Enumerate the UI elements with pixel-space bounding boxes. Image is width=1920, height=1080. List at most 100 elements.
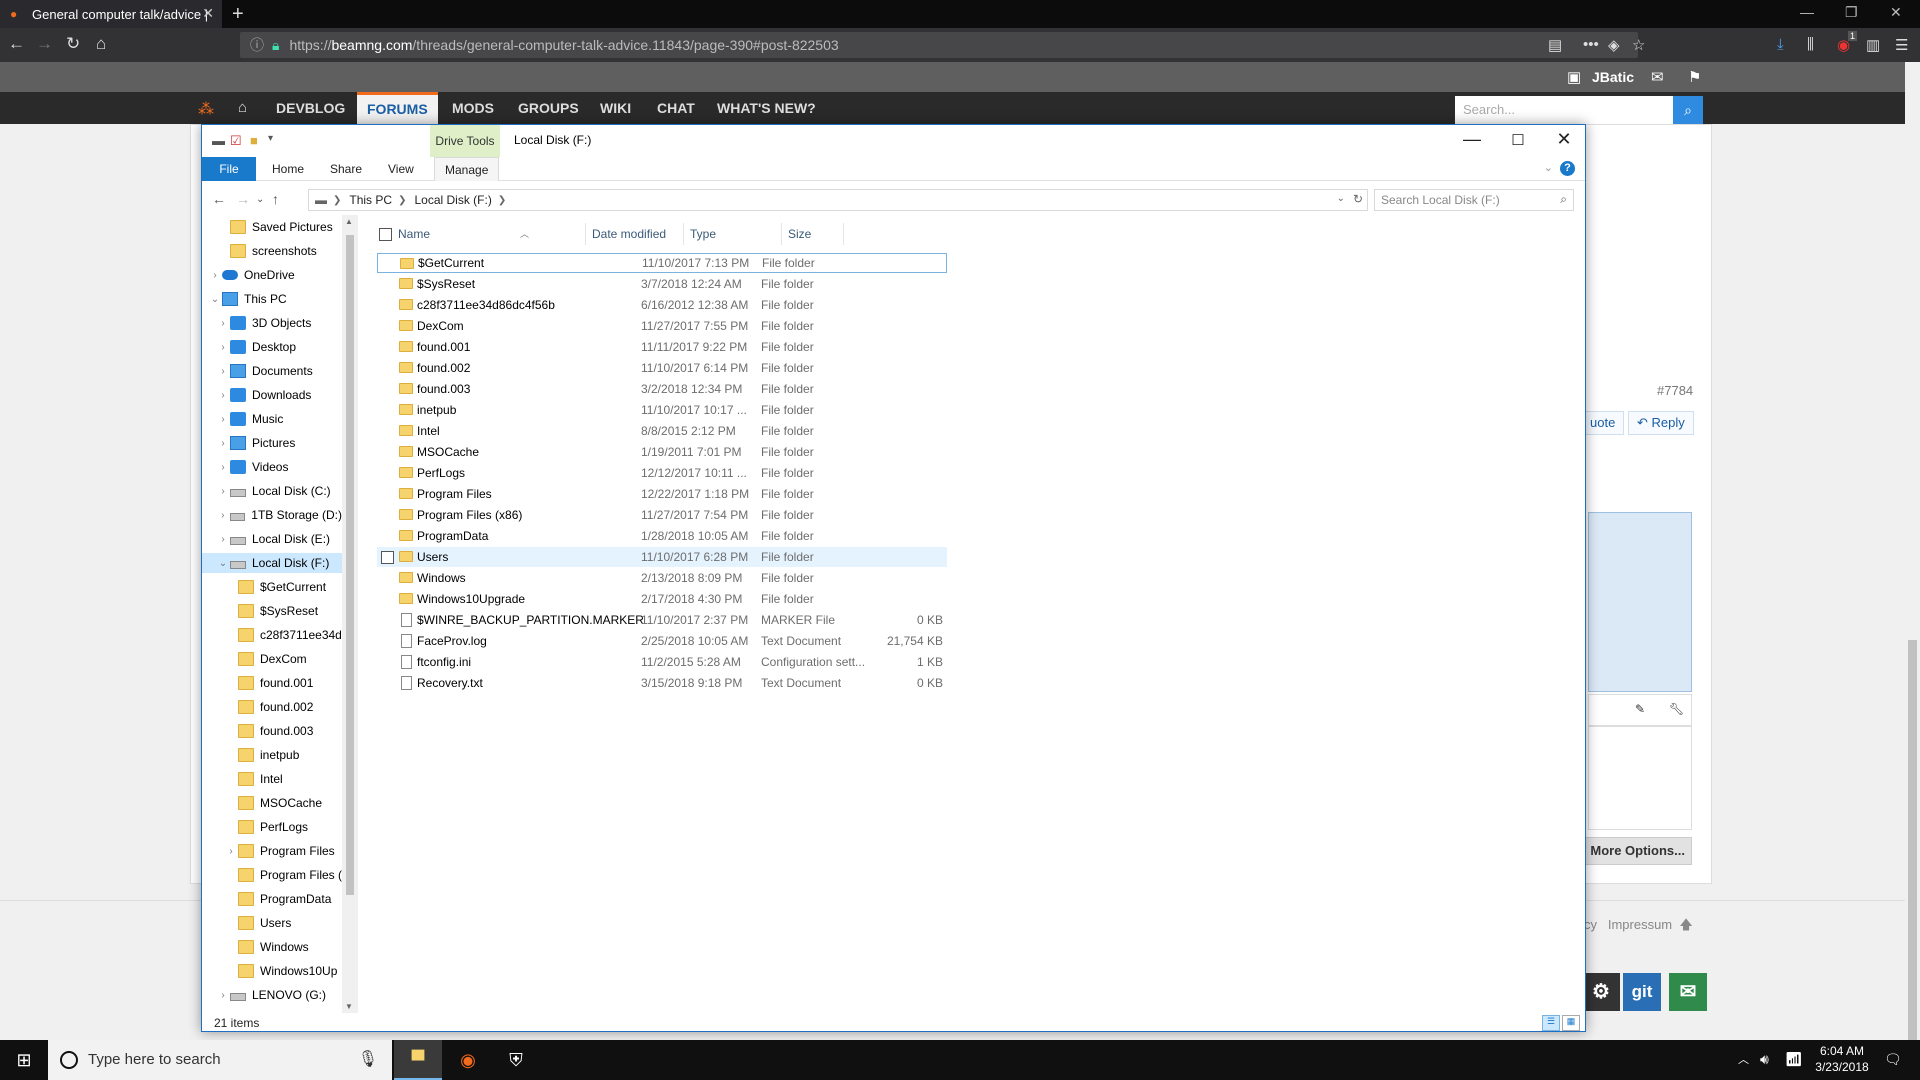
file-row[interactable]: Recovery.txt 3/15/2018 9:18 PM Text Docume… <box>377 673 947 693</box>
file-row[interactable]: DexCom 11/27/2017 7:55 PM File folder <box>377 316 947 336</box>
nav-item[interactable]: Intel <box>202 769 342 789</box>
breadcrumb-this-pc[interactable]: This PC <box>349 193 392 207</box>
nav-item[interactable]: found.002 <box>202 697 342 717</box>
nav-pane-scrollbar-thumb[interactable] <box>346 235 354 895</box>
recent-locations-icon[interactable]: ⌄ <box>256 194 264 205</box>
inbox-icon[interactable]: ✉ <box>1651 68 1664 86</box>
nav-item[interactable]: Windows <box>202 937 342 957</box>
file-row[interactable]: PerfLogs 12/12/2017 10:11 ... File folder <box>377 463 947 483</box>
qat-dropdown-icon[interactable]: ▾ <box>268 133 273 144</box>
nav-item[interactable]: ProgramData <box>202 889 342 909</box>
page-scrollbar-thumb[interactable] <box>1908 640 1917 1066</box>
nav-item[interactable]: MSOCache <box>202 793 342 813</box>
explorer-forward-icon[interactable]: → <box>236 191 250 207</box>
breadcrumb-local-disk-f[interactable]: Local Disk (F:) <box>414 193 491 207</box>
nav-pane-scrollbar[interactable]: ▲ ▼ <box>342 215 358 1013</box>
explorer-title-bar[interactable]: ▬ ☑ ■ ▾ Drive Tools Local Disk (F:) — ☐ … <box>202 125 1585 157</box>
forward-icon[interactable]: → <box>36 34 53 54</box>
home-icon[interactable]: ⌂ <box>96 34 106 54</box>
page-actions-icon[interactable]: ••• <box>1583 36 1599 53</box>
nav-item[interactable]: › 3D Objects <box>202 313 342 333</box>
new-tab-button[interactable]: + <box>232 3 244 26</box>
column-size[interactable]: Size <box>782 223 844 245</box>
file-row[interactable]: Users 11/10/2017 6:28 PM File folder <box>377 547 947 567</box>
windows-start-icon[interactable]: ⊞ <box>0 1040 48 1080</box>
tab-view[interactable]: View <box>388 157 414 181</box>
scroll-down-icon[interactable]: ▼ <box>345 1002 353 1011</box>
column-type[interactable]: Type <box>684 223 782 245</box>
firefox-taskbar-icon[interactable]: ◉ <box>444 1040 492 1080</box>
chevron-right-icon[interactable]: › <box>216 342 230 353</box>
file-row[interactable]: $GetCurrent 11/10/2017 7:13 PM File folder <box>377 253 947 273</box>
file-row[interactable]: ProgramData 1/28/2018 10:05 AM File folder <box>377 526 947 546</box>
nav-item[interactable]: › Local Disk (E:) <box>202 529 342 549</box>
nav-devblog[interactable]: DEVBLOG <box>276 92 345 124</box>
nav-item[interactable]: found.003 <box>202 721 342 741</box>
nav-item[interactable]: › LENOVO (G:) <box>202 985 342 1005</box>
beamng-logo-icon[interactable]: ⁂ <box>198 99 214 119</box>
select-all-checkbox[interactable] <box>379 228 392 241</box>
reload-icon[interactable]: ↻ <box>66 34 80 54</box>
reply-editor[interactable] <box>1588 726 1692 830</box>
volume-icon[interactable]: 🔊︎ <box>1760 1051 1769 1068</box>
eraser-icon[interactable]: ✎ <box>1635 702 1645 716</box>
url-bar[interactable]: ⓘ 🔒︎ https://beamng.com/threads/general-… <box>240 32 1638 58</box>
address-dropdown-icon[interactable]: ⌄ <box>1337 193 1345 204</box>
nav-groups[interactable]: GROUPS <box>518 92 579 124</box>
restore-browser-button[interactable]: ❐ <box>1845 4 1858 21</box>
scroll-up-icon[interactable]: ▲ <box>345 217 353 226</box>
file-row[interactable]: inetpub 11/10/2017 10:17 ... File folder <box>377 400 947 420</box>
chevron-down-icon[interactable]: ⌄ <box>208 294 222 305</box>
file-row[interactable]: ftconfig.ini 11/2/2015 5:28 AM Configurati… <box>377 652 947 672</box>
chevron-right-icon[interactable]: › <box>216 414 230 425</box>
large-icons-view-icon[interactable]: ▦ <box>1562 1015 1580 1031</box>
tab-file[interactable]: File <box>202 157 256 181</box>
new-folder-icon[interactable]: ■ <box>250 133 258 148</box>
breadcrumb-separator[interactable]: ❯ <box>398 195 406 206</box>
chevron-right-icon[interactable]: › <box>216 438 230 449</box>
post-number[interactable]: #7784 <box>1657 383 1693 398</box>
row-checkbox[interactable] <box>381 551 394 564</box>
avatar[interactable]: ▣ <box>1567 68 1581 86</box>
file-row[interactable]: MSOCache 1/19/2011 7:01 PM File folder <box>377 442 947 462</box>
windows-defender-taskbar-icon[interactable]: ⛨ <box>492 1040 540 1080</box>
breadcrumb-separator[interactable]: ❯ <box>333 195 341 206</box>
forum-search-input[interactable]: Search... <box>1455 96 1673 124</box>
back-icon[interactable]: ← <box>8 34 25 54</box>
chevron-right-icon[interactable]: › <box>216 510 230 521</box>
chevron-right-icon[interactable]: › <box>216 486 230 497</box>
explorer-back-icon[interactable]: ← <box>212 191 226 207</box>
browser-tab[interactable]: ● General computer talk/advice | ✕ <box>0 0 222 28</box>
nav-item[interactable]: ⌄ This PC <box>202 289 342 309</box>
tab-manage[interactable]: Manage <box>434 157 500 181</box>
nav-item[interactable]: › Local Disk (C:) <box>202 481 342 501</box>
up-icon[interactable]: ↑ <box>272 191 279 207</box>
nav-item[interactable]: c28f3711ee34d <box>202 625 342 645</box>
nav-item[interactable]: › OneDrive <box>202 265 342 285</box>
nav-forums[interactable]: FORUMS <box>357 92 438 124</box>
nav-item[interactable]: $GetCurrent <box>202 577 342 597</box>
nav-item[interactable]: › Desktop <box>202 337 342 357</box>
file-row[interactable]: found.002 11/10/2017 6:14 PM File folder <box>377 358 947 378</box>
alerts-flag-icon[interactable]: ⚑ <box>1688 68 1701 86</box>
file-row[interactable]: Program Files (x86) 11/27/2017 7:54 PM Fil… <box>377 505 947 525</box>
file-row[interactable]: Windows 2/13/2018 8:09 PM File folder <box>377 568 947 588</box>
nav-item[interactable]: › Videos <box>202 457 342 477</box>
taskbar-search-box[interactable]: Type here to search 🎙︎ <box>48 1040 392 1080</box>
nav-mods[interactable]: MODS <box>452 92 494 124</box>
home-icon[interactable]: ⌂ <box>238 99 247 116</box>
email-icon[interactable]: ✉ <box>1669 973 1707 1011</box>
tab-home[interactable]: Home <box>272 157 304 181</box>
nav-item[interactable]: ⌄ Local Disk (F:) <box>202 553 342 573</box>
chevron-right-icon[interactable]: › <box>216 990 230 1001</box>
search-input[interactable]: Search Local Disk (F:) ⌕ <box>1374 189 1574 211</box>
reply-button[interactable]: ↶ Reply <box>1628 411 1694 435</box>
nav-item[interactable]: › 1TB Storage (D:) <box>202 505 342 525</box>
wrench-icon[interactable]: 🔧︎ <box>1669 702 1684 716</box>
chevron-right-icon[interactable]: › <box>216 366 230 377</box>
file-row[interactable]: Windows10Upgrade 2/17/2018 4:30 PM File fo… <box>377 589 947 609</box>
quote-button[interactable]: uote <box>1582 411 1625 435</box>
library-icon[interactable]: ⫼ <box>1807 36 1814 53</box>
breadcrumb-separator[interactable]: ❯ <box>498 195 506 206</box>
chevron-right-icon[interactable]: › <box>216 462 230 473</box>
